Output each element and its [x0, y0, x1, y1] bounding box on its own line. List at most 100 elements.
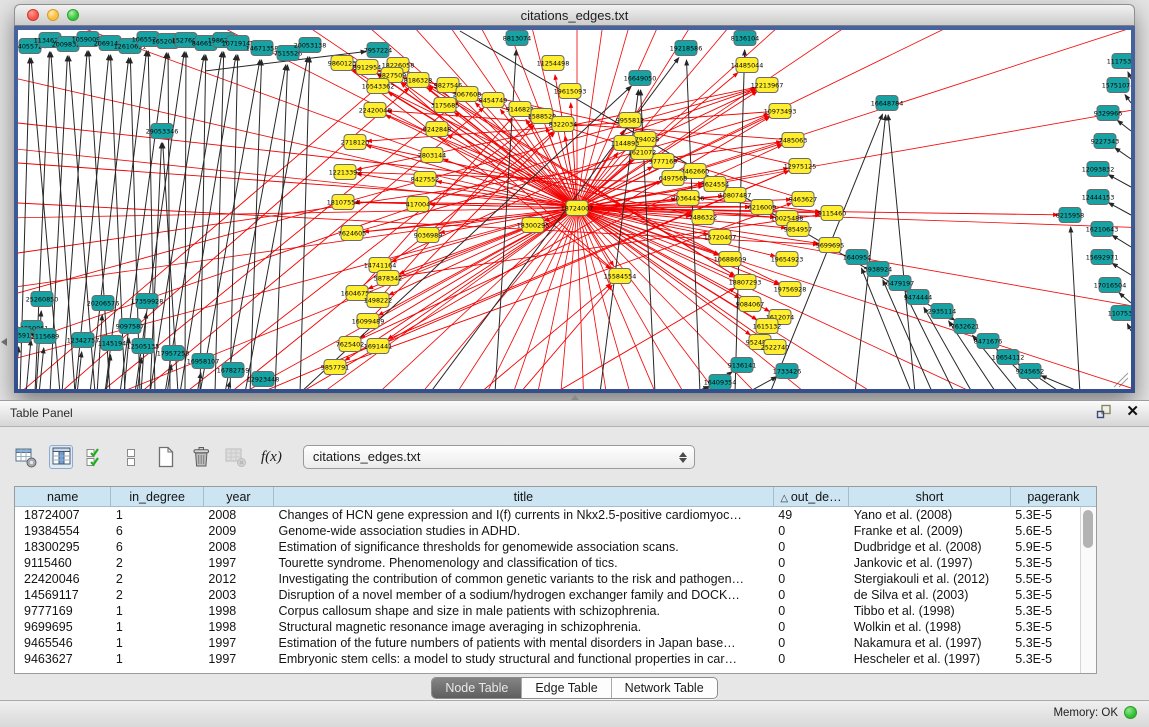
graph-node[interactable]: 12213392	[329, 165, 362, 180]
vertical-scrollbar[interactable]	[1080, 507, 1096, 673]
table-settings-icon[interactable]	[14, 445, 38, 469]
graph-node[interactable]: 1144893	[611, 136, 639, 151]
graph-node[interactable]: 6216009	[748, 200, 776, 215]
graph-node[interactable]: 6479197	[886, 276, 914, 291]
function-builder-icon[interactable]: f(x)	[259, 449, 284, 466]
select-all-icon[interactable]	[84, 445, 108, 469]
graph-node[interactable]: 17016504	[1094, 278, 1127, 293]
graph-node[interactable]: 12093832	[1082, 162, 1115, 177]
graph-node[interactable]: 7632621	[951, 319, 979, 334]
table-row[interactable]: 1872400712008Changes of HCN gene express…	[15, 507, 1096, 524]
graph-node[interactable]: 8136104	[731, 31, 759, 46]
graph-node[interactable]: 7485063	[779, 133, 807, 148]
graph-node[interactable]: 20206576	[87, 296, 120, 311]
table-row[interactable]: 2242004622012Investigating the contribut…	[15, 571, 1096, 587]
graph-edge[interactable]	[388, 215, 820, 278]
graph-edge[interactable]	[1112, 263, 1131, 275]
graph-node[interactable]: 9699695	[816, 238, 844, 253]
graph-node[interactable]: 7625402	[336, 337, 364, 352]
graph-edge[interactable]	[1109, 203, 1131, 215]
graph-node[interactable]: 9955812	[616, 113, 644, 128]
graph-node[interactable]: 7486322	[689, 210, 717, 225]
graph-edge[interactable]	[1071, 227, 1080, 389]
graph-node[interactable]: 9242848	[423, 122, 451, 137]
graph-node[interactable]: 8454749	[479, 93, 507, 108]
table-row[interactable]: 946554611997Estimation of the future num…	[15, 635, 1096, 651]
graph-node[interactable]: 9136141	[728, 358, 756, 373]
graph-node[interactable]: 17957253	[157, 346, 190, 361]
column-header-year[interactable]: year	[203, 487, 273, 507]
network-canvas[interactable]: 2405572411346283200983281059009220691406…	[18, 30, 1131, 389]
graph-node[interactable]: 16958107	[187, 354, 220, 369]
graph-node[interactable]: 9474444	[904, 290, 932, 305]
graph-edge[interactable]	[1115, 148, 1131, 159]
graph-node[interactable]: 9245652	[1016, 364, 1044, 379]
graph-node[interactable]: 8215958	[1056, 208, 1084, 223]
graph-node[interactable]: 16648784	[871, 96, 904, 111]
graph-edge[interactable]	[1117, 120, 1131, 131]
graph-node[interactable]: 9857791	[321, 360, 349, 375]
delete-trash-icon[interactable]	[189, 445, 213, 469]
graph-node[interactable]: 2067608	[453, 87, 481, 102]
column-header-pagerank[interactable]: pagerank	[1010, 487, 1096, 507]
table-select[interactable]: citations_edges.txt	[303, 445, 695, 469]
graph-node[interactable]: 2718120	[341, 135, 369, 150]
panel-collapse-arrow[interactable]	[1, 338, 7, 346]
graph-node[interactable]: 3624554	[701, 177, 729, 192]
graph-node[interactable]: 2522740	[761, 340, 789, 355]
graph-node[interactable]: 1107533	[1108, 306, 1131, 321]
graph-node[interactable]: 8471676	[974, 334, 1002, 349]
column-header-in_degree[interactable]: in_degree	[111, 487, 204, 507]
graph-node[interactable]: 9463627	[789, 192, 817, 207]
graph-node[interactable]: 15720407	[704, 230, 737, 245]
graph-edge[interactable]	[180, 55, 236, 389]
graph-node[interactable]: 25260850	[26, 292, 59, 307]
graph-node[interactable]: 7624605	[338, 226, 366, 241]
graph-edge[interactable]	[577, 208, 1131, 389]
graph-node[interactable]: 8427552	[411, 172, 439, 187]
graph-node[interactable]: 5878342	[374, 271, 402, 286]
graph-node[interactable]: 2935114	[928, 304, 956, 319]
graph-edge[interactable]	[39, 348, 44, 389]
graph-node[interactable]: 16649050	[624, 71, 657, 86]
new-document-icon[interactable]	[154, 445, 178, 469]
graph-node[interactable]: 1498222	[364, 293, 392, 308]
graph-node[interactable]: 14485044	[731, 58, 764, 73]
table-row[interactable]: 1456911722003Disruption of a novel membe…	[15, 587, 1096, 603]
graph-node[interactable]: 15751074	[1102, 78, 1131, 93]
graph-edge[interactable]	[888, 115, 915, 389]
graph-node[interactable]: 16210643	[1086, 222, 1119, 237]
graph-node[interactable]: 15584554	[604, 269, 637, 284]
delete-table-icon[interactable]	[224, 445, 248, 469]
tab-network-table[interactable]: Network Table	[611, 678, 717, 698]
graph-node[interactable]: 16409354	[704, 375, 737, 390]
tab-edge-table[interactable]: Edge Table	[521, 678, 610, 698]
graph-node[interactable]: 8322034	[549, 117, 577, 132]
float-window-icon[interactable]	[1096, 404, 1112, 419]
graph-node[interactable]: 9084067	[736, 297, 764, 312]
graph-edge[interactable]	[386, 115, 577, 208]
graph-node[interactable]: 11254498	[537, 56, 570, 71]
graph-node[interactable]: 8186328	[404, 73, 432, 88]
graph-node[interactable]: 9329966	[1094, 106, 1122, 121]
graph-edge[interactable]	[18, 51, 577, 208]
graph-edge[interactable]	[1109, 175, 1131, 187]
column-header-title[interactable]: title	[273, 487, 773, 507]
graph-node[interactable]: 11175304	[1107, 54, 1131, 69]
graph-edge[interactable]	[1127, 324, 1131, 331]
graph-node[interactable]: 19654923	[771, 252, 804, 267]
window-titlebar[interactable]: citations_edges.txt	[14, 4, 1135, 26]
graph-edge[interactable]	[1112, 235, 1131, 247]
graph-node[interactable]: 6497568	[659, 171, 687, 186]
graph-edge[interactable]	[1119, 293, 1131, 303]
tab-node-table[interactable]: Node Table	[432, 678, 521, 698]
graph-node[interactable]: 15692971	[1086, 250, 1119, 265]
table-row[interactable]: 946362711997Embryonic stem cells: a mode…	[15, 651, 1096, 667]
graph-edge[interactable]	[26, 340, 31, 389]
graph-node[interactable]: 1733426	[773, 364, 801, 379]
graph-node[interactable]: 417004	[406, 197, 430, 212]
graph-node[interactable]: 1615132	[753, 319, 781, 334]
graph-node[interactable]: 5938924	[864, 262, 892, 277]
graph-node[interactable]: 1691441	[364, 339, 392, 354]
table-row[interactable]: 977716911998Corpus callosum shape and si…	[15, 603, 1096, 619]
